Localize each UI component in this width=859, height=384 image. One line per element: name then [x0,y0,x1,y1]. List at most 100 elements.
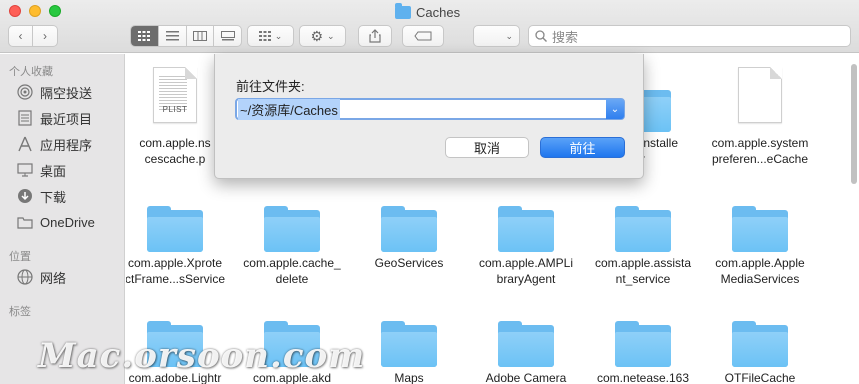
sidebar-section-favorites: 个人收藏 [9,66,53,78]
share-button[interactable] [358,25,392,47]
folder-item[interactable]: OTFileCache [702,299,818,384]
sidebar-item-downloads[interactable]: 下载 [16,186,66,206]
back-button[interactable]: ‹ [8,25,33,47]
folder-item[interactable]: com.apple.Xprote ctFrame...sService [126,184,233,287]
sidebar-item-label: 下载 [40,189,67,205]
cancel-button[interactable]: 取消 [445,137,529,158]
folder-icon [615,321,671,367]
file-name: com.apple.Xprote ctFrame...sService [126,256,226,286]
file-name: com.apple.assista nt_service [594,256,692,286]
action-menu-button[interactable]: ⚙ ⌄ [299,25,346,47]
folder-path-input[interactable]: ~/资源库/Caches ⌄ [235,98,625,120]
sidebar-item-recents[interactable]: 最近项目 [16,108,92,128]
group-by-button[interactable]: ⌄ [247,25,294,47]
go-button[interactable]: 前往 [540,137,625,158]
go-to-folder-dialog: 前往文件夹: ~/资源库/Caches ⌄ 取消 前往 [214,54,644,179]
folder-icon [381,321,437,367]
file-name: com.apple.cache_ delete [243,256,341,286]
folder-path-value: ~/资源库/Caches [238,98,340,120]
airdrop-icon [16,83,34,101]
sidebar: 个人收藏 隔空投送 最近项目 应用程序 桌面 下载 OneDrive 位置 网络… [0,54,125,384]
grid-icon [138,31,151,41]
window-toolbar: Caches ‹ › ⌄ ⚙ ⌄ ⌄ 搜索 [0,0,859,53]
file-name: com.netease.163 [596,371,690,384]
chevron-down-icon: ⌄ [274,30,283,41]
file-name: com.apple.system preferen...eCache [711,136,809,166]
path-dropdown-button[interactable]: ⌄ [473,25,520,47]
zoom-window-button[interactable] [49,5,61,17]
sidebar-item-network[interactable]: 网络 [16,267,66,287]
file-item[interactable]: com.apple.system preferen...eCache [702,64,818,167]
folder-item[interactable]: com.apple.assista nt_service [585,184,701,287]
search-icon [535,30,547,42]
sidebar-item-label: 网络 [40,270,67,286]
chevron-left-icon: ‹ [18,29,23,43]
folder-icon [732,321,788,367]
folder-icon [395,2,411,19]
tags-button[interactable] [402,25,444,47]
recents-icon [16,109,34,127]
document-icon: PLIST [153,67,197,123]
folder-icon [264,206,320,252]
file-name: com.apple.Apple MediaServices [715,256,805,286]
folder-icon [498,206,554,252]
view-mode-switcher [130,25,242,47]
network-icon [16,268,34,286]
icon-view-button[interactable] [131,26,159,46]
folder-icon [16,213,34,231]
sidebar-item-label: 隔空投送 [40,85,93,101]
dialog-label: 前往文件夹: [236,79,305,94]
columns-icon [192,31,207,41]
grid-icon [258,31,271,41]
folder-icon [615,206,671,252]
folder-item[interactable]: Adobe Camera [468,299,584,384]
chevron-right-icon: › [43,29,47,43]
sidebar-item-label: 最近项目 [40,111,93,127]
watermark: Mac.orsoon.com [38,336,366,376]
share-icon [369,29,381,43]
folder-item[interactable]: com.netease.163 [585,299,701,384]
forward-button[interactable]: › [33,25,58,47]
sidebar-item-label: 桌面 [40,163,67,179]
tag-icon [414,31,432,41]
folder-icon [732,206,788,252]
chevron-down-icon: ⌄ [327,30,335,41]
column-view-button[interactable] [187,26,215,46]
sidebar-item-desktop[interactable]: 桌面 [16,160,66,180]
desktop-icon [16,161,34,179]
file-name: GeoServices [374,256,444,270]
file-name: Maps [394,371,424,384]
sidebar-item-onedrive[interactable]: OneDrive [16,212,95,232]
document-icon [738,67,782,123]
applications-icon [16,135,34,153]
vertical-scrollbar[interactable] [851,64,857,184]
sidebar-item-label: 应用程序 [40,137,93,153]
folder-icon [498,321,554,367]
gallery-view-button[interactable] [214,26,241,46]
sidebar-item-label: OneDrive [40,214,95,230]
folder-item[interactable]: com.apple.cache_ delete [234,184,350,287]
chevron-down-icon: ⌄ [610,103,620,115]
search-field[interactable]: 搜索 [528,25,851,47]
folder-item[interactable]: com.apple.Apple MediaServices [702,184,818,287]
sidebar-section-locations: 位置 [9,251,31,263]
folder-icon [147,206,203,252]
sidebar-item-applications[interactable]: 应用程序 [16,134,92,154]
sidebar-section-tags: 标签 [9,306,31,318]
list-view-button[interactable] [159,26,187,46]
list-icon [165,31,179,41]
folder-item[interactable]: GeoServices [351,184,467,271]
gear-icon: ⚙ [310,27,323,44]
close-window-button[interactable] [9,5,21,17]
window-title-text: Caches [416,4,461,20]
folder-item[interactable]: com.apple.AMPLi braryAgent [468,184,584,287]
downloads-icon [16,187,34,205]
minimize-window-button[interactable] [29,5,41,17]
sidebar-item-airdrop[interactable]: 隔空投送 [16,82,92,102]
path-history-dropdown[interactable]: ⌄ [606,99,624,119]
search-placeholder: 搜索 [552,29,579,45]
file-type-label: PLIST [162,105,188,114]
folder-item[interactable]: Maps [351,299,467,384]
file-name: com.apple.AMPLi braryAgent [478,256,574,286]
window-title: Caches [395,2,461,21]
